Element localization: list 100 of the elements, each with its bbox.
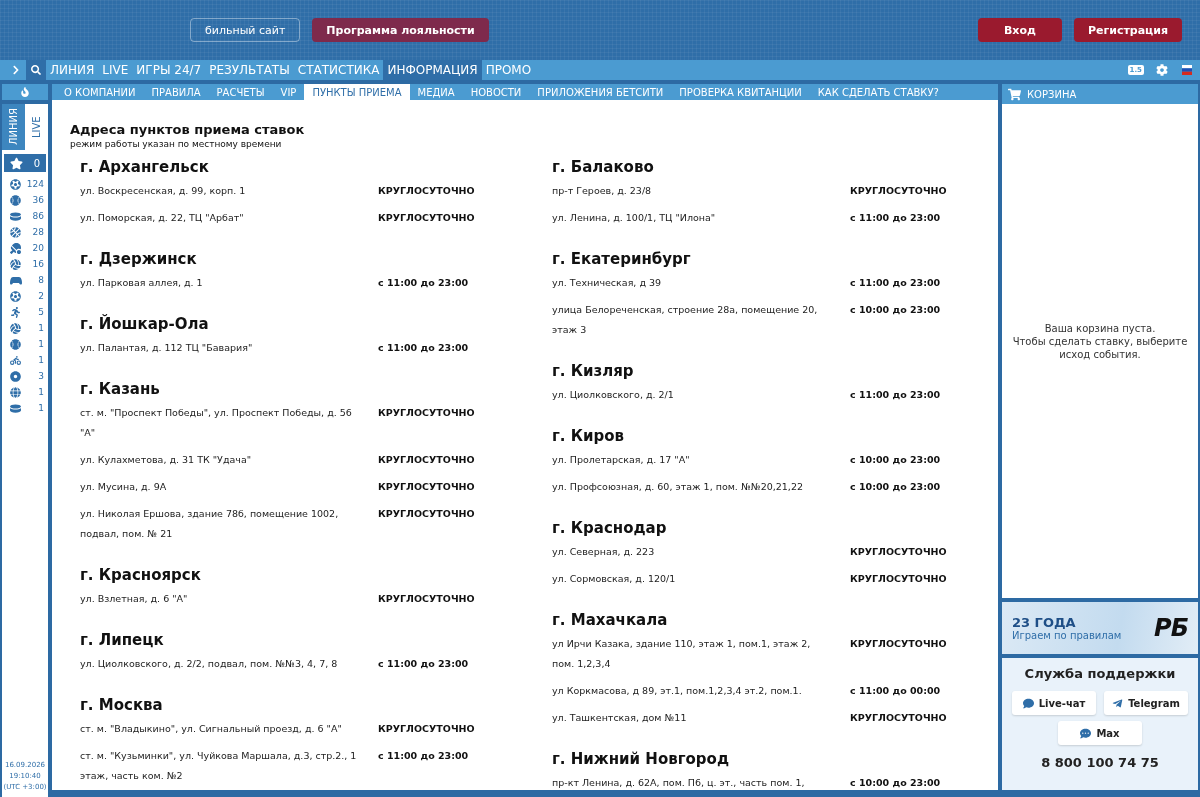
city-heading: г. Липецк	[80, 630, 165, 651]
cyclist-icon	[10, 354, 21, 366]
hours-text: с 11:00 до 23:00	[850, 211, 942, 225]
address-text: ул. Профсоюзная, д. 60, этаж 1, пом. №№20,21,22	[552, 480, 804, 494]
sport-item[interactable]: 1	[2, 384, 48, 400]
sport-item[interactable]: 124	[2, 176, 48, 192]
nav-tab[interactable]: ЛИНИЯ	[46, 60, 99, 80]
mobile-site-button[interactable]: бильный сайт	[190, 18, 301, 42]
hours-text: КРУГЛОСУТОЧНО	[378, 722, 476, 736]
hours-text: с 10:00 до 23:00	[850, 776, 942, 790]
subnav-tab[interactable]: ПРАВИЛА	[143, 84, 209, 100]
puck-icon	[10, 402, 21, 414]
hours-text: КРУГЛОСУТОЧНО	[378, 453, 476, 467]
city-heading: г. Казань	[80, 379, 161, 400]
hours-text: с 11:00 до 23:00	[378, 749, 470, 763]
nav-tab[interactable]: LIVE	[98, 60, 133, 80]
hours-text: с 11:00 до 23:00	[378, 341, 470, 355]
puck-icon	[10, 210, 21, 222]
address-text: ул. Циолковского, д. 2/2, подвал, пом. №№3, 4, 7, 8	[80, 657, 339, 671]
flag-icon[interactable]	[1180, 65, 1194, 75]
subnav-tab[interactable]: МЕДИА	[409, 84, 463, 100]
subnav-tab[interactable]: НОВОСТИ	[462, 84, 530, 100]
phone-number: 8 800 100 74 75	[1041, 755, 1159, 770]
favorites-button[interactable]: 0	[4, 154, 46, 172]
subnav-tab[interactable]: РАСЧЕТЫ	[208, 84, 273, 100]
city-heading: г. Йошкар-Ола	[80, 313, 210, 335]
address-text: пр-кт Ленина, д. 62А, пом. П6, ц. эт., часть пом. 1,	[552, 776, 806, 790]
login-button[interactable]: Вход	[977, 18, 1062, 42]
sport-item[interactable]: 8	[2, 272, 48, 288]
star-icon	[10, 156, 23, 170]
hours-text: с 11:00 до 23:00	[850, 388, 942, 402]
address-text: улица Белореченская, строение 28а, помещение 20, этаж 3	[552, 303, 819, 337]
sport-item[interactable]: 1	[2, 400, 48, 416]
city-heading: г. Махачкала	[552, 610, 669, 631]
nav-tab[interactable]: ИНФОРМАЦИЯ	[383, 60, 482, 80]
city-heading: г. Екатеринбург	[552, 249, 692, 270]
hot-events-tab[interactable]	[2, 84, 48, 100]
globe-icon	[10, 386, 21, 398]
hours-text: с 10:00 до 23:00	[850, 303, 942, 317]
promo-banner[interactable]: 23 ГОДА Играем по правилам РБ	[1002, 602, 1198, 654]
loyalty-button[interactable]: Программа лояльности	[312, 18, 489, 42]
subnav-tab[interactable]: ПУНКТЫ ПРИЕМА	[304, 84, 410, 100]
address-text: ст. м. "Владыкино", ул. Сигнальный проезд, д. 6 "А"	[80, 722, 343, 736]
support-button[interactable]: Live-чат	[1012, 691, 1096, 715]
sport-item[interactable]: 5	[2, 304, 48, 320]
subnav-tab[interactable]: ПРИЛОЖЕНИЯ БЕТСИТИ	[529, 84, 672, 100]
sport-item[interactable]: 2	[2, 288, 48, 304]
sport-item[interactable]: 1	[2, 320, 48, 336]
cart-icon	[1008, 87, 1021, 101]
subnav-tab[interactable]: О КОМПАНИИ	[56, 84, 144, 100]
support-title: Служба поддержки	[1024, 666, 1176, 681]
hours-text: КРУГЛОСУТОЧНО	[850, 711, 948, 725]
paddle-icon	[10, 242, 21, 254]
city-heading: г. Красноярск	[80, 565, 202, 586]
fire-icon	[20, 87, 30, 97]
sport-item[interactable]: 1	[2, 336, 48, 352]
nav-tab[interactable]: ИГРЫ 24/7	[132, 60, 206, 80]
hours-text: КРУГЛОСУТОЧНО	[378, 184, 476, 198]
hours-text: КРУГЛОСУТОЧНО	[850, 545, 948, 559]
runner-icon	[10, 306, 21, 318]
sport-item[interactable]: 3	[2, 368, 48, 384]
address-text: ул. Мусина, д. 9А	[80, 480, 168, 494]
nav-tab[interactable]: РЕЗУЛЬТАТЫ	[205, 60, 294, 80]
sport-item[interactable]: 28	[2, 224, 48, 240]
address-text: ул. Поморская, д. 22, ТЦ "Арбат"	[80, 211, 245, 225]
subnav-tab[interactable]: ПРОВЕРКА КВИТАНЦИИ	[671, 84, 810, 100]
support-button[interactable]: Telegram	[1104, 691, 1188, 715]
sport-item[interactable]: 1	[2, 352, 48, 368]
hours-text: КРУГЛОСУТОЧНО	[850, 184, 948, 198]
address-text: ул Коркмасова, д 89, эт.1, пом.1,2,3,4 эт.2, пом.1.	[552, 684, 803, 698]
nav-tab[interactable]: СТАТИСТИКА	[293, 60, 384, 80]
sport-item[interactable]: 86	[2, 208, 48, 224]
chat-icon	[1022, 697, 1034, 709]
sidebar-tab[interactable]: ЛИНИЯ	[2, 104, 25, 150]
address-text: ул. Ташкентская, дом №11	[552, 711, 688, 725]
sport-item[interactable]: 36	[2, 192, 48, 208]
support-button[interactable]: Max	[1058, 721, 1142, 745]
city-heading: г. Кизляр	[552, 361, 635, 382]
hours-text: КРУГЛОСУТОЧНО	[850, 572, 948, 586]
hours-text: КРУГЛОСУТОЧНО	[850, 637, 948, 651]
city-heading: г. Дзержинск	[80, 249, 198, 270]
nav-tab[interactable]: ПРОМО	[481, 60, 536, 80]
register-button[interactable]: Регистрация	[1073, 18, 1182, 42]
page-subtitle: режим работы указан по местному времени	[70, 139, 283, 149]
volleyball-icon	[10, 258, 21, 270]
hours-text: с 11:00 до 00:00	[850, 684, 942, 698]
sport-item[interactable]: 20	[2, 240, 48, 256]
hours-text: с 11:00 до 23:00	[378, 276, 470, 290]
city-heading: г. Москва	[80, 695, 164, 716]
subnav-tab[interactable]: КАК СДЕЛАТЬ СТАВКУ?	[809, 84, 947, 100]
empty-cart-message: Ваша корзина пуста. Чтобы сделать ставку, выберите исход события.	[1011, 321, 1189, 361]
search-icon[interactable]	[26, 60, 46, 80]
address-text: ул. Ленина, д. 100/1, ТЦ "Илона"	[552, 211, 717, 225]
banner-subtitle: Играем по правилам	[1012, 630, 1122, 641]
address-text: ул. Кулахметова, д. 31 ТК "Удача"	[80, 453, 253, 467]
sport-item[interactable]: 16	[2, 256, 48, 272]
hours-text: с 11:00 до 23:00	[850, 276, 942, 290]
gamepad-icon	[10, 275, 22, 285]
subnav-tab[interactable]: VIP	[272, 84, 305, 100]
hours-text: КРУГЛОСУТОЧНО	[378, 480, 476, 494]
